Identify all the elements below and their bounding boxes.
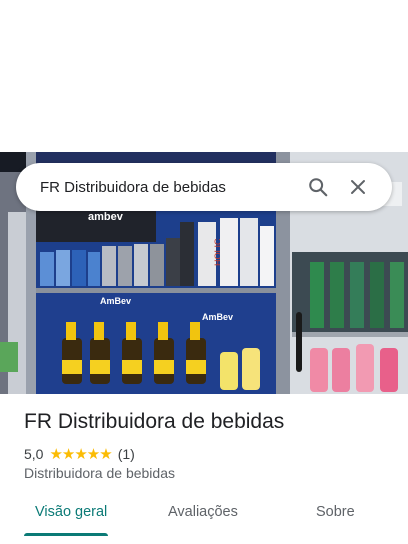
place-tabs: Visão geral Avaliações Sobre bbox=[0, 500, 408, 544]
shelf-label-2: AmBev bbox=[202, 312, 233, 322]
review-count[interactable]: (1) bbox=[118, 446, 135, 462]
search-bar[interactable]: FR Distribuidora de bebidas bbox=[16, 163, 392, 211]
rating-row[interactable]: 5,0 ★★★★★ (1) bbox=[24, 445, 135, 463]
active-tab-indicator bbox=[24, 533, 108, 536]
place-category[interactable]: Distribuidora de bebidas bbox=[24, 465, 175, 481]
tab-about[interactable]: Sobre bbox=[316, 504, 355, 520]
shelf-label-1: AmBev bbox=[100, 296, 131, 306]
tab-overview[interactable]: Visão geral bbox=[35, 504, 107, 520]
place-title: FR Distribuidora de bebidas bbox=[24, 410, 285, 433]
tab-reviews[interactable]: Avaliações bbox=[168, 504, 238, 520]
close-icon bbox=[351, 180, 365, 194]
rating-value: 5,0 bbox=[24, 446, 44, 462]
clear-search-button[interactable] bbox=[338, 167, 378, 207]
search-button[interactable] bbox=[298, 167, 338, 207]
photo-brand-text: ambev bbox=[88, 211, 124, 223]
star-rating-icon: ★★★★★ bbox=[49, 446, 112, 463]
search-input[interactable]: FR Distribuidora de bebidas bbox=[40, 179, 298, 196]
search-icon bbox=[309, 178, 328, 197]
